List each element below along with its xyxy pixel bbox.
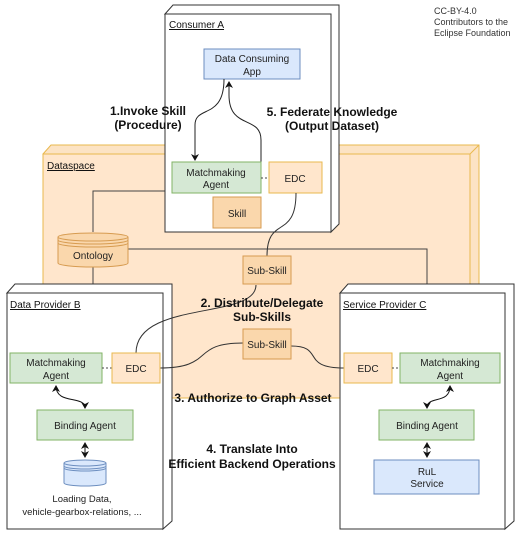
consumer-a-title: Consumer A xyxy=(169,20,224,31)
svg-text:Agent: Agent xyxy=(437,371,463,382)
consumer-matchmaking-agent: Matchmaking Agent xyxy=(171,161,262,194)
provider-b-database xyxy=(63,459,107,487)
step-1-label: (Procedure) xyxy=(114,118,181,132)
step-5-label: (Output Dataset) xyxy=(285,119,379,133)
license-text: CC-BY-4.0 xyxy=(434,6,477,16)
step-1-label: 1.Invoke Skill xyxy=(110,104,186,118)
provider-b-edc: EDC xyxy=(111,352,161,384)
svg-text:Binding Agent: Binding Agent xyxy=(396,421,458,432)
loading-data-label: Loading Data, xyxy=(52,494,111,505)
svg-text:Agent: Agent xyxy=(203,180,229,191)
svg-text:App: App xyxy=(243,67,261,78)
svg-text:Data Consuming: Data Consuming xyxy=(215,54,289,65)
svg-text:Sub-Skill: Sub-Skill xyxy=(247,266,286,277)
svg-text:Binding Agent: Binding Agent xyxy=(54,421,116,432)
provider-c-edc: EDC xyxy=(343,352,393,384)
ontology-database: Ontology xyxy=(57,232,129,268)
loading-data-label: vehicle-gearbox-relations, ... xyxy=(22,507,141,518)
svg-text:EDC: EDC xyxy=(284,174,305,185)
sub-skill-1: Sub-Skill xyxy=(242,255,292,285)
license-text: Eclipse Foundation xyxy=(434,28,511,38)
dataspace-title: Dataspace xyxy=(47,161,95,172)
skill-box: Skill xyxy=(212,196,262,229)
provider-b-title: Data Provider B xyxy=(10,300,81,311)
svg-text:Ontology: Ontology xyxy=(73,251,113,262)
svg-text:Agent: Agent xyxy=(43,371,69,382)
svg-text:EDC: EDC xyxy=(357,364,378,375)
svg-text:Skill: Skill xyxy=(228,209,246,220)
rul-service: RuL Service xyxy=(373,459,480,495)
svg-text:Matchmaking: Matchmaking xyxy=(420,358,479,369)
step-4-label: 4. Translate Into xyxy=(206,442,297,456)
provider-c-binding-agent: Binding Agent xyxy=(378,409,475,441)
sub-skill-2: Sub-Skill xyxy=(242,328,292,360)
svg-text:EDC: EDC xyxy=(125,364,146,375)
svg-text:Service: Service xyxy=(410,479,444,490)
svg-text:Matchmaking: Matchmaking xyxy=(186,168,245,179)
provider-c-title: Service Provider C xyxy=(343,300,426,311)
license-text: Contributors to the xyxy=(434,17,508,27)
step-2-label: Sub-Skills xyxy=(233,310,291,324)
provider-b-matchmaking-agent: Matchmaking Agent xyxy=(9,352,103,384)
svg-text:RuL: RuL xyxy=(418,467,437,478)
step-2-label: 2. Distribute/Delegate xyxy=(201,296,324,310)
consumer-edc: EDC xyxy=(268,161,323,194)
svg-text:Matchmaking: Matchmaking xyxy=(26,358,85,369)
provider-b-binding-agent: Binding Agent xyxy=(36,409,134,441)
step-5-label: 5. Federate Knowledge xyxy=(267,105,398,119)
provider-c-matchmaking-agent: Matchmaking Agent xyxy=(399,352,501,384)
svg-text:Sub-Skill: Sub-Skill xyxy=(247,340,286,351)
architecture-diagram: Dataspace Consumer A Data Provider B Ser… xyxy=(5,4,515,531)
step-3-label: 3. Authorize to Graph Asset xyxy=(174,391,331,405)
data-consuming-app: Data Consuming App xyxy=(203,48,301,80)
step-4-label: Efficient Backend Operations xyxy=(168,457,336,471)
provider-b-node: Data Provider B xyxy=(5,283,173,531)
